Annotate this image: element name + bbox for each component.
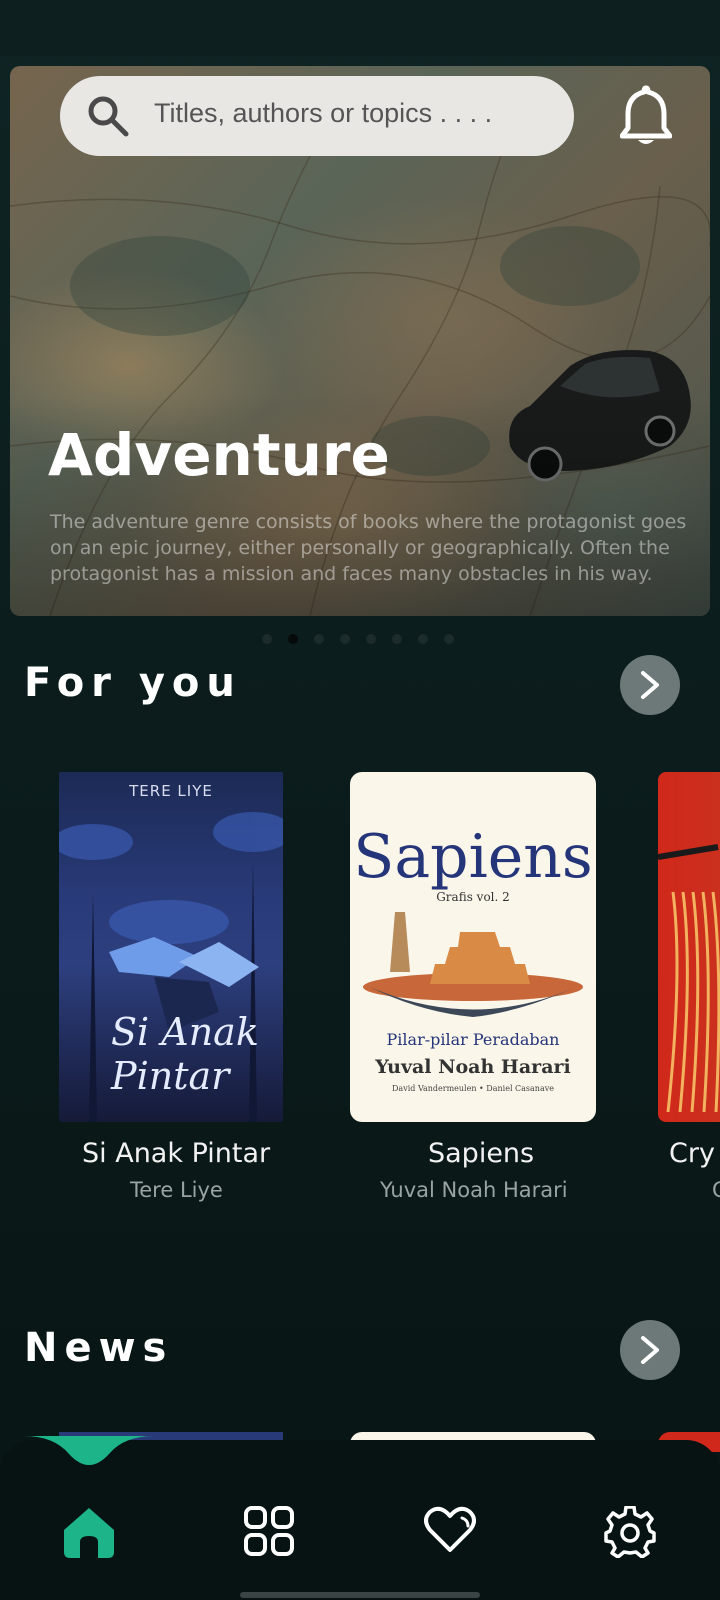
search-icon[interactable] — [86, 94, 130, 142]
book-author: Yuval Noah Harari — [380, 1178, 568, 1202]
car-image — [509, 350, 691, 482]
book-cover-partial[interactable] — [658, 772, 720, 1122]
heart-icon[interactable] — [424, 1506, 476, 1558]
home-indicator — [240, 1592, 480, 1598]
cover-art — [658, 844, 720, 1113]
book-cover-sapiens[interactable]: Sapiens Grafis vol. 2 Pilar-pilar Perada… — [350, 772, 596, 1122]
cover-title-line2: Pintar — [111, 1054, 230, 1098]
book-cover-si-anak-pintar[interactable]: TERE LIYE Si Anak Pintar — [59, 772, 283, 1122]
hero-banner[interactable]: Titles, authors or topics . . . . Advent… — [10, 66, 710, 616]
status-bar — [0, 0, 720, 56]
cover-author-text: TERE LIYE — [129, 782, 213, 800]
carousel-dot[interactable] — [262, 634, 272, 644]
grid-icon[interactable] — [244, 1506, 294, 1560]
notification-bell-icon[interactable] — [619, 84, 673, 152]
carousel-dot[interactable] — [444, 634, 454, 644]
for-you-more-button[interactable] — [620, 655, 680, 715]
carousel-dots[interactable] — [262, 634, 454, 644]
carousel-dot[interactable] — [392, 634, 402, 644]
book-title[interactable]: Sapiens — [428, 1138, 534, 1169]
cover-title-line1: Si Anak — [111, 1010, 259, 1054]
cover-illustration — [363, 912, 583, 1017]
news-title: News — [24, 1325, 174, 1371]
book-title[interactable]: Si Anak Pintar — [82, 1138, 270, 1169]
book-author: C — [712, 1178, 720, 1202]
hero-description: The adventure genre consists of books wh… — [50, 511, 687, 585]
book-author: Tere Liye — [130, 1178, 223, 1202]
chevron-right-icon — [641, 671, 659, 699]
carousel-dot[interactable] — [314, 634, 324, 644]
book-title[interactable]: Cry — [669, 1138, 715, 1169]
carousel-dot[interactable] — [418, 634, 428, 644]
hero-title: Adventure — [48, 421, 390, 489]
active-indicator — [24, 1436, 154, 1465]
search-placeholder: Titles, authors or topics . . . . — [154, 98, 493, 128]
home-icon[interactable] — [62, 1506, 116, 1564]
search-input[interactable]: Titles, authors or topics . . . . — [60, 76, 574, 156]
for-you-title: For you — [24, 660, 242, 706]
cover-credits: David Vandermeulen • Daniel Casanave — [392, 1084, 554, 1093]
carousel-dot[interactable] — [366, 634, 376, 644]
cover-tagline: Pilar-pilar Peradaban — [386, 1030, 560, 1049]
news-more-button[interactable] — [620, 1320, 680, 1380]
cover-title: Sapiens — [353, 822, 593, 892]
bottom-navigation — [0, 1436, 720, 1600]
carousel-dot[interactable] — [340, 634, 350, 644]
chevron-right-icon — [641, 1336, 659, 1364]
settings-icon[interactable] — [604, 1505, 656, 1562]
carousel-dot-active[interactable] — [288, 634, 298, 644]
cover-author: Yuval Noah Harari — [375, 1056, 571, 1078]
